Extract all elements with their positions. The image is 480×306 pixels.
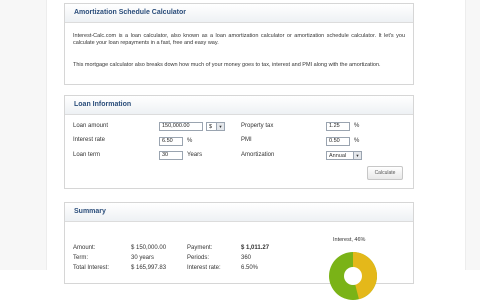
pmi-unit: %	[354, 138, 360, 144]
summary-payment-value: $ 1,011.27	[241, 245, 270, 251]
summary-term-value: 30 years	[131, 255, 155, 261]
summary-periods-label: Periods:	[187, 255, 210, 261]
loan-amount-label: Loan amount	[73, 123, 109, 129]
intro-panel: Amortization Schedule Calculator Interes…	[64, 3, 414, 85]
left-margin	[0, 0, 47, 270]
summary-payment-label: Payment:	[187, 245, 213, 251]
interest-rate-unit: %	[187, 138, 193, 144]
summary-amount-value: $ 150,000.00	[131, 245, 167, 251]
summary-total-interest-value: $ 165,997.83	[131, 265, 167, 271]
loan-information-panel: Loan Information Loan amount $ ▼ Interes…	[64, 95, 414, 189]
loan-term-input[interactable]	[159, 151, 183, 160]
interest-rate-label: Interest rate	[73, 137, 106, 143]
pmi-label: PMI	[241, 137, 252, 143]
loan-information-title: Loan Information	[65, 96, 413, 115]
intro-paragraph-2: This mortgage calculator also breaks dow…	[73, 62, 381, 68]
calculate-button[interactable]: Calculate	[367, 166, 403, 180]
chevron-down-icon: ▼	[353, 152, 361, 159]
intro-title: Amortization Schedule Calculator	[65, 4, 413, 23]
loan-term-label: Loan term	[73, 152, 101, 158]
summary-panel: Summary Amount: $ 150,000.00 Term: 30 ye…	[64, 202, 414, 300]
page: Amortization Schedule Calculator Interes…	[0, 0, 480, 300]
summary-title: Summary	[65, 203, 413, 222]
summary-term-label: Term:	[73, 255, 88, 261]
property-tax-unit: %	[354, 123, 360, 129]
amortization-select[interactable]: Annual ▼	[326, 151, 362, 160]
property-tax-label: Property tax	[241, 123, 274, 129]
loan-term-unit: Years	[187, 152, 203, 158]
loan-amount-input[interactable]	[159, 122, 203, 131]
amortization-label: Amortization	[241, 152, 275, 158]
summary-amount-label: Amount:	[73, 245, 96, 251]
summary-periods-value: 360	[241, 255, 252, 261]
right-margin	[465, 0, 480, 270]
interest-rate-input[interactable]	[159, 137, 183, 146]
summary-rate-value: 6.50%	[241, 265, 259, 271]
pmi-input[interactable]	[326, 137, 350, 146]
amortization-select-value: Annual	[329, 153, 347, 159]
intro-paragraph-1: Interest-Calc.com is a loan calculator, …	[73, 33, 405, 46]
currency-select-value: $	[209, 124, 213, 130]
summary-pie-chart	[329, 252, 377, 300]
pie-interest-label: Interest, 46%	[333, 237, 366, 243]
chevron-down-icon: ▼	[216, 123, 224, 130]
summary-total-interest-label: Total Interest:	[73, 265, 110, 271]
summary-rate-label: Interest rate:	[187, 265, 221, 271]
property-tax-input[interactable]	[326, 122, 350, 131]
currency-select[interactable]: $ ▼	[206, 122, 225, 131]
